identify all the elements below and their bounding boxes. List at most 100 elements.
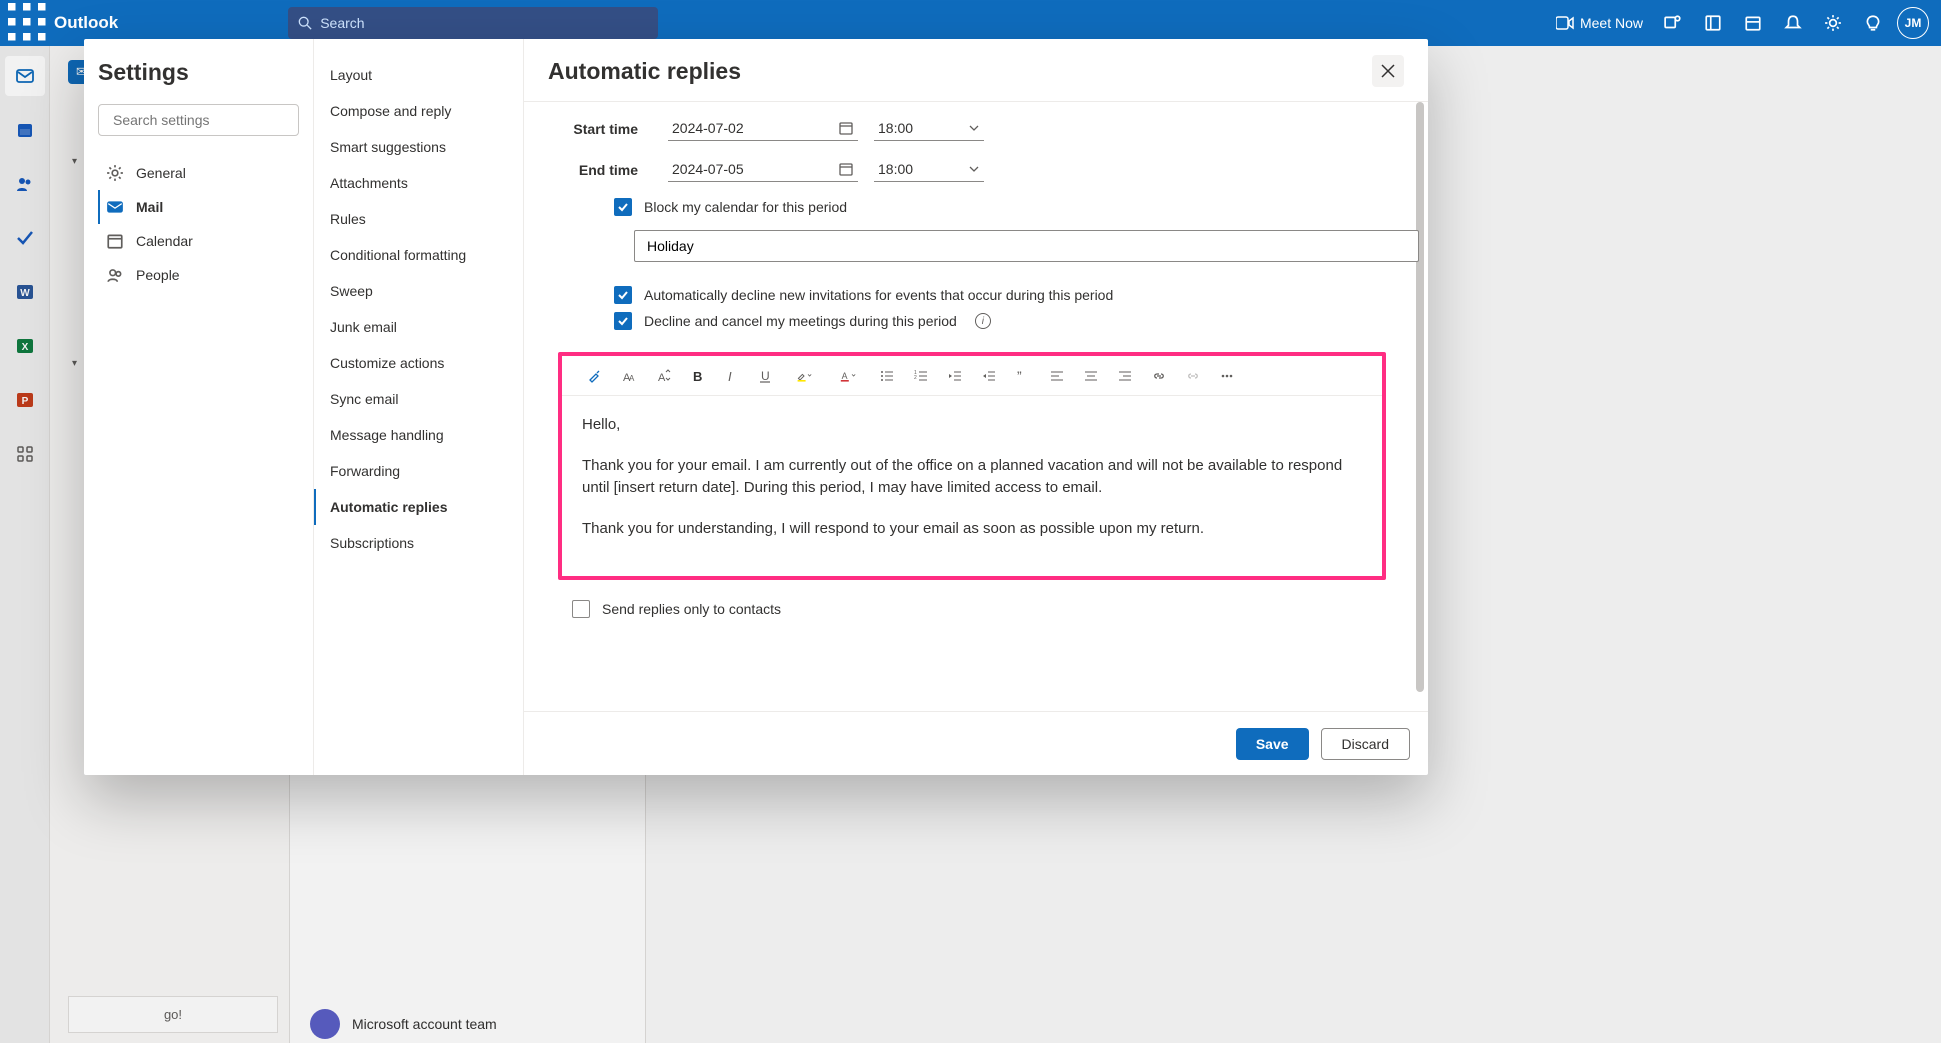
end-date-value: 2024-07-05	[672, 161, 744, 177]
video-icon	[1556, 16, 1574, 30]
start-time-value: 18:00	[878, 120, 913, 136]
svg-text:”: ”	[1017, 368, 1022, 384]
nav2-sync-email[interactable]: Sync email	[314, 381, 523, 417]
discard-button[interactable]: Discard	[1321, 728, 1410, 760]
decline-invitations-checkbox[interactable]	[614, 286, 632, 304]
decline-invitations-label: Automatically decline new invitations fo…	[644, 287, 1113, 303]
numbered-list-icon[interactable]: 12	[906, 361, 936, 391]
quote-icon[interactable]: ”	[1008, 361, 1038, 391]
italic-icon[interactable]: I	[716, 361, 746, 391]
indent-icon[interactable]	[974, 361, 1004, 391]
settings-dialog: Settings General Mail Calendar People La…	[84, 39, 1428, 775]
close-icon	[1381, 64, 1395, 78]
search-settings-input[interactable]	[113, 112, 294, 128]
nav1-general-label: General	[136, 165, 186, 181]
end-date-input[interactable]: 2024-07-05	[668, 157, 858, 182]
reply-para-3: Thank you for understanding, I will resp…	[582, 518, 1362, 541]
nav2-compose[interactable]: Compose and reply	[314, 93, 523, 129]
bullet-list-icon[interactable]	[872, 361, 902, 391]
nav2-smart-suggestions[interactable]: Smart suggestions	[314, 129, 523, 165]
nav1-people-label: People	[136, 267, 180, 283]
nav2-rules[interactable]: Rules	[314, 201, 523, 237]
align-left-icon[interactable]	[1042, 361, 1072, 391]
highlight-color-icon[interactable]	[784, 361, 824, 391]
block-calendar-label: Block my calendar for this period	[644, 199, 847, 215]
account-avatar[interactable]: JM	[1893, 3, 1933, 43]
nav1-general[interactable]: General	[98, 156, 299, 190]
reply-para-2: Thank you for your email. I am currently…	[582, 455, 1362, 500]
svg-text:U: U	[761, 369, 770, 383]
start-date-input[interactable]: 2024-07-02	[668, 116, 858, 141]
link-icon[interactable]	[1144, 361, 1174, 391]
align-right-icon[interactable]	[1110, 361, 1140, 391]
global-search[interactable]	[288, 7, 658, 39]
nav1-calendar[interactable]: Calendar	[98, 224, 299, 258]
underline-icon[interactable]: U	[750, 361, 780, 391]
nav2-customize-actions[interactable]: Customize actions	[314, 345, 523, 381]
search-settings[interactable]	[98, 104, 299, 136]
nav1-mail[interactable]: Mail	[98, 190, 299, 224]
reply-para-1: Hello,	[582, 414, 1362, 437]
save-button[interactable]: Save	[1236, 728, 1309, 760]
unlink-icon[interactable]	[1178, 361, 1208, 391]
cancel-meetings-checkbox[interactable]	[614, 312, 632, 330]
nav2-attachments[interactable]: Attachments	[314, 165, 523, 201]
nav2-automatic-replies[interactable]: Automatic replies	[314, 489, 523, 525]
search-icon	[298, 16, 312, 30]
calendar-icon	[106, 232, 124, 250]
calendar-icon	[838, 120, 854, 136]
nav2-conditional-formatting[interactable]: Conditional formatting	[314, 237, 523, 273]
end-time-input[interactable]: 18:00	[874, 157, 984, 182]
notifications-icon[interactable]	[1773, 3, 1813, 43]
scrollbar[interactable]	[1416, 102, 1424, 711]
font-family-icon[interactable]: AA	[614, 361, 644, 391]
block-title-input[interactable]	[634, 230, 1419, 262]
nav2-layout[interactable]: Layout	[314, 57, 523, 93]
gear-icon	[106, 164, 124, 182]
align-center-icon[interactable]	[1076, 361, 1106, 391]
contacts-only-label: Send replies only to contacts	[602, 601, 781, 617]
meet-now-label: Meet Now	[1580, 15, 1643, 31]
start-time-input[interactable]: 18:00	[874, 116, 984, 141]
info-icon[interactable]: i	[975, 313, 991, 329]
my-day-icon[interactable]	[1733, 3, 1773, 43]
global-search-input[interactable]	[320, 15, 648, 31]
onenote-icon[interactable]	[1693, 3, 1733, 43]
brand-label: Outlook	[54, 13, 118, 33]
calendar-icon	[838, 161, 854, 177]
end-time-value: 18:00	[878, 161, 913, 177]
format-painter-icon[interactable]	[580, 361, 610, 391]
editor-toolbar: AA A B I U A 12 ”	[562, 356, 1382, 396]
end-time-label: End time	[558, 162, 668, 178]
settings-nav-secondary: Layout Compose and reply Smart suggestio…	[314, 39, 524, 775]
teams-icon[interactable]	[1653, 3, 1693, 43]
font-color-icon[interactable]: A	[828, 361, 868, 391]
nav1-mail-label: Mail	[136, 199, 163, 215]
app-launcher-icon[interactable]	[8, 3, 48, 43]
font-size-icon[interactable]: A	[648, 361, 678, 391]
block-calendar-checkbox[interactable]	[614, 198, 632, 216]
outdent-icon[interactable]	[940, 361, 970, 391]
bold-icon[interactable]: B	[682, 361, 712, 391]
people-icon	[106, 266, 124, 284]
settings-icon[interactable]	[1813, 3, 1853, 43]
svg-text:A: A	[629, 374, 635, 383]
avatar-initials: JM	[1897, 7, 1929, 39]
nav1-people[interactable]: People	[98, 258, 299, 292]
close-button[interactable]	[1372, 55, 1404, 87]
more-options-icon[interactable]	[1212, 361, 1242, 391]
meet-now-button[interactable]: Meet Now	[1556, 15, 1643, 31]
editor-content[interactable]: Hello, Thank you for your email. I am cu…	[562, 396, 1382, 576]
contacts-only-checkbox[interactable]	[572, 600, 590, 618]
nav2-junk-email[interactable]: Junk email	[314, 309, 523, 345]
chevron-down-icon	[968, 122, 980, 134]
cancel-meetings-label: Decline and cancel my meetings during th…	[644, 313, 957, 329]
tips-icon[interactable]	[1853, 3, 1893, 43]
settings-nav-primary: Settings General Mail Calendar People	[84, 39, 314, 775]
nav2-sweep[interactable]: Sweep	[314, 273, 523, 309]
nav2-subscriptions[interactable]: Subscriptions	[314, 525, 523, 561]
mail-icon	[106, 198, 124, 216]
nav2-forwarding[interactable]: Forwarding	[314, 453, 523, 489]
svg-text:2: 2	[914, 375, 917, 381]
nav2-message-handling[interactable]: Message handling	[314, 417, 523, 453]
